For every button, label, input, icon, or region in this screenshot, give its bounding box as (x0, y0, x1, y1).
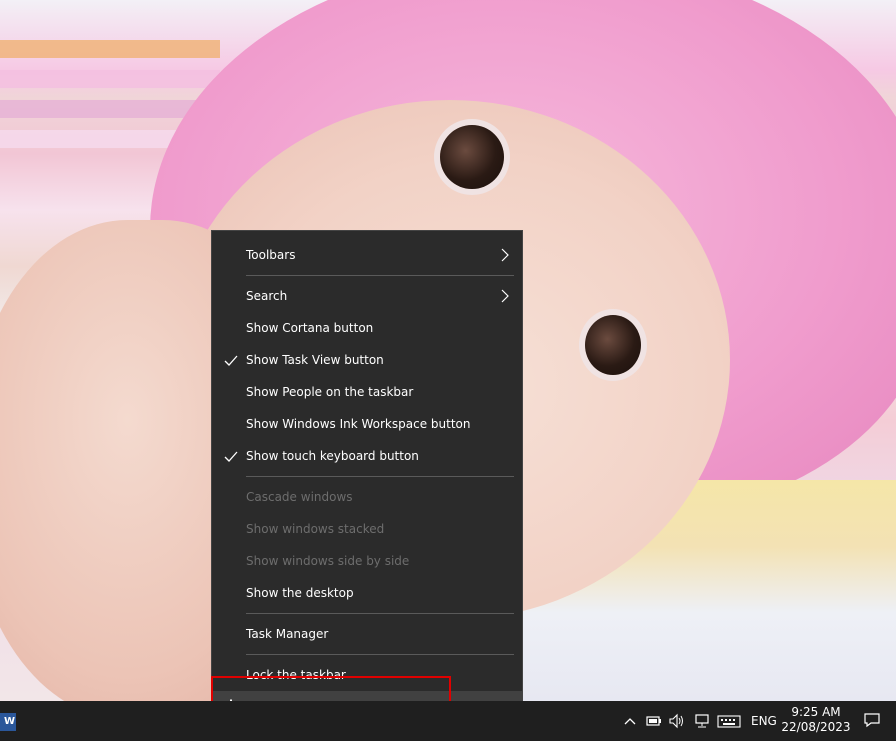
volume-icon[interactable] (668, 713, 686, 729)
touch-keyboard-icon[interactable] (717, 713, 741, 729)
chevron-right-icon (501, 289, 509, 303)
menu-item-show-ink-workspace[interactable]: Show Windows Ink Workspace button (212, 408, 522, 440)
menu-item-label: Show Cortana button (246, 321, 374, 335)
wallpaper-eye (585, 315, 641, 375)
menu-item-show-desktop[interactable]: Show the desktop (212, 577, 522, 609)
menu-item-label: Search (246, 289, 288, 303)
clock[interactable]: 9:25 AM 22/08/2023 (780, 705, 852, 735)
language-indicator[interactable]: ENG (751, 714, 777, 728)
menu-item-windows-side-by-side: Show windows side by side (212, 545, 522, 577)
menu-item-search[interactable]: Search (212, 280, 522, 312)
menu-item-show-task-view[interactable]: Show Task View button (212, 344, 522, 376)
checkmark-icon (224, 355, 238, 366)
taskbar-context-menu: Toolbars Search Show Cortana button Show… (211, 230, 523, 729)
menu-item-label: Task Manager (246, 627, 329, 641)
menu-item-windows-stacked: Show windows stacked (212, 513, 522, 545)
menu-item-label: Show People on the taskbar (246, 385, 414, 399)
menu-item-show-touch-keyboard[interactable]: Show touch keyboard button (212, 440, 522, 472)
wallpaper-stripe (0, 40, 220, 58)
action-center-icon[interactable] (863, 712, 881, 728)
chevron-up-icon[interactable] (621, 713, 639, 729)
menu-item-toolbars[interactable]: Toolbars (212, 239, 522, 271)
menu-separator (246, 654, 514, 655)
network-icon[interactable] (693, 713, 711, 729)
menu-item-label: Show windows side by side (246, 554, 410, 568)
menu-separator (246, 613, 514, 614)
battery-icon[interactable] (645, 713, 663, 729)
clock-time: 9:25 AM (791, 705, 841, 719)
menu-item-task-manager[interactable]: Task Manager (212, 618, 522, 650)
menu-item-show-people[interactable]: Show People on the taskbar (212, 376, 522, 408)
menu-item-cascade-windows: Cascade windows (212, 481, 522, 513)
menu-item-label: Show windows stacked (246, 522, 385, 536)
menu-separator (246, 476, 514, 477)
menu-item-label: Show touch keyboard button (246, 449, 419, 463)
menu-item-label: Toolbars (246, 248, 296, 262)
menu-item-label: Show Windows Ink Workspace button (246, 417, 471, 431)
wallpaper-eye (440, 125, 504, 189)
wallpaper-stripe (0, 70, 220, 88)
taskbar[interactable]: W ENG 9:25 AM 22/08/2023 (0, 701, 896, 741)
menu-item-show-cortana[interactable]: Show Cortana button (212, 312, 522, 344)
chevron-right-icon (501, 248, 509, 262)
menu-separator (246, 275, 514, 276)
menu-item-label: Show Task View button (246, 353, 384, 367)
menu-item-label: Show the desktop (246, 586, 354, 600)
menu-item-label: Cascade windows (246, 490, 353, 504)
checkmark-icon (224, 451, 238, 462)
word-icon[interactable]: W (0, 713, 16, 731)
clock-date: 22/08/2023 (781, 720, 851, 734)
